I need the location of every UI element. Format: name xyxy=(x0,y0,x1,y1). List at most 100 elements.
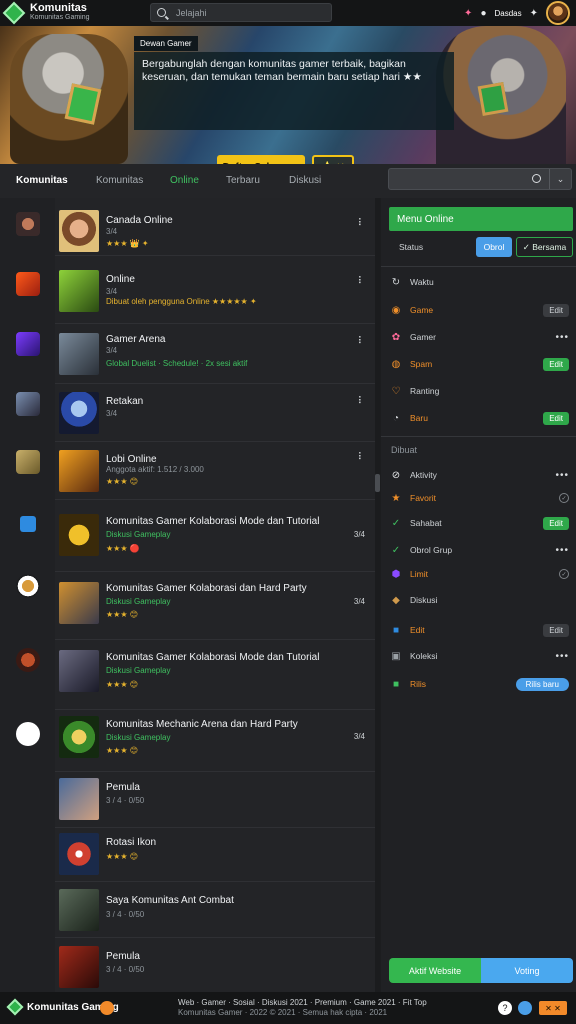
list-item[interactable]: Komunitas Gamer Kolaborasi dan Hard Part… xyxy=(55,572,375,640)
sword-icon[interactable] xyxy=(16,332,40,356)
panel-item[interactable]: ✓ Sahabat Edit xyxy=(389,513,573,533)
footer-line-1: Web · Gamer · Sosial · Diskusi 2021 · Pr… xyxy=(178,998,427,1007)
list-item[interactable]: Online 3/4 Dibuat oleh pengguna Online ★… xyxy=(55,256,375,324)
tab-diskusi[interactable]: Diskusi xyxy=(289,175,321,186)
portrait-icon[interactable] xyxy=(16,392,40,416)
website-button[interactable]: Aktif Website xyxy=(389,966,481,976)
footer-logo-icon[interactable] xyxy=(6,998,24,1016)
check-circle-icon[interactable]: ✓ xyxy=(559,493,569,503)
panel-item[interactable]: ♡ Ranting xyxy=(389,381,573,401)
release-badge[interactable]: Rilis baru xyxy=(515,677,569,691)
list-item[interactable]: Pemula 3 / 4 · 0/50 xyxy=(55,772,375,828)
bell-icon[interactable]: ● xyxy=(480,8,486,19)
panel-item[interactable]: ◔ Baru Edit xyxy=(389,408,573,428)
list-item[interactable]: Komunitas Gamer Kolaborasi Mode dan Tuto… xyxy=(55,640,375,710)
refresh-icon[interactable] xyxy=(16,722,40,746)
item-title: Gamer Arena xyxy=(106,334,166,345)
join-button[interactable]: ✓ Bersama xyxy=(516,237,573,257)
panel-item[interactable]: ⬢ Limit ✓ xyxy=(389,564,573,584)
edit-badge[interactable]: Edit xyxy=(543,303,569,317)
banner-secondary-button[interactable]: ⭐ ✕ xyxy=(312,155,354,164)
list-item[interactable]: Canada Online 3/4 ★★★ 👑 ✦ ⠇ xyxy=(55,198,375,256)
panel-item[interactable]: ★ Favorit ✓ xyxy=(389,488,573,508)
tab-komunitas-2[interactable]: Komunitas xyxy=(96,175,143,186)
item-meta: ★★★ 😊 xyxy=(106,746,139,755)
logo-icon[interactable] xyxy=(2,1,26,25)
edit-badge[interactable]: Edit xyxy=(543,516,569,530)
list-scrollbar[interactable] xyxy=(375,198,380,992)
panel-item[interactable]: ⊘ Aktivity ••• xyxy=(389,465,573,485)
map-icon[interactable] xyxy=(16,450,40,474)
more-icon[interactable]: ⠇ xyxy=(358,452,365,463)
panel-item[interactable]: ■ Rilis Rilis baru xyxy=(389,674,573,694)
panel-header[interactable]: Menu Online xyxy=(389,207,573,231)
list-item[interactable]: Komunitas Mechanic Arena dan Hard Party … xyxy=(55,710,375,772)
notification-icon[interactable]: ✦ xyxy=(464,8,472,19)
panel-item-label: Rilis xyxy=(410,679,427,689)
globe-icon[interactable] xyxy=(518,1001,532,1015)
panel-item[interactable]: ◉ Game Edit xyxy=(389,300,573,320)
panel-item[interactable]: ✿ Gamer ••• xyxy=(389,327,573,347)
panel-item[interactable]: ■ Edit Edit xyxy=(389,620,573,640)
scroll-thumb[interactable] xyxy=(375,474,380,492)
community-icon[interactable] xyxy=(16,212,40,236)
search-bar[interactable]: Jelajahi xyxy=(150,3,332,22)
more-icon[interactable]: ⠇ xyxy=(358,276,365,287)
panel-item[interactable]: ✓ Obrol Grup ••• xyxy=(389,540,573,560)
panel-item[interactable]: ◆ Diskusi xyxy=(389,590,573,610)
list-item[interactable]: Rotasi Ikon ★★★ 😊 xyxy=(55,828,375,882)
user-name[interactable]: Dasdas xyxy=(494,9,521,18)
panel-item[interactable]: ▣ Koleksi ••• xyxy=(389,646,573,666)
home-icon[interactable] xyxy=(20,516,36,532)
edit-badge[interactable]: Edit xyxy=(543,357,569,371)
more-icon[interactable]: ⠇ xyxy=(358,336,365,347)
edit-badge[interactable]: Edit xyxy=(543,411,569,425)
orange-icon[interactable] xyxy=(100,1001,114,1015)
item-sub: Diskusi Gameplay xyxy=(106,733,171,742)
edit-badge[interactable]: Edit xyxy=(543,623,569,637)
more-icon[interactable]: ⠇ xyxy=(358,396,365,407)
list-item[interactable]: Retakan 3/4 ⠇ xyxy=(55,384,375,442)
status-label: Status xyxy=(399,242,424,252)
more-icon[interactable]: ••• xyxy=(555,470,569,481)
more-icon[interactable]: ••• xyxy=(555,545,569,556)
more-icon[interactable]: ••• xyxy=(555,332,569,343)
settings-icon[interactable]: ✦ xyxy=(530,8,538,19)
panel-item-label: Aktivity xyxy=(410,470,437,480)
more-icon[interactable]: ⠇ xyxy=(358,218,365,229)
item-meta: ★★★ 👑 ✦ xyxy=(106,239,149,248)
panel-item[interactable]: ↻ Waktu xyxy=(389,272,573,292)
top-right-controls: ✦ ● Dasdas ✦ xyxy=(464,1,570,25)
app-title: Komunitas xyxy=(30,2,87,14)
fire-icon[interactable] xyxy=(16,272,40,296)
list-item[interactable]: Lobi Online Anggota aktif: 1.512 / 3.000… xyxy=(55,442,375,500)
robot-art-left xyxy=(10,34,128,164)
chat-button[interactable]: Obrol xyxy=(476,237,512,257)
check-circle-icon[interactable]: ✓ xyxy=(559,569,569,579)
list-item[interactable]: Saya Komunitas Ant Combat 3 / 4 · 0/50 xyxy=(55,882,375,938)
emblem-icon[interactable] xyxy=(16,648,40,672)
list-item[interactable]: Komunitas Gamer Kolaborasi Mode dan Tuto… xyxy=(55,500,375,572)
collection-icon: ▣ xyxy=(391,650,401,662)
list-item[interactable]: Gamer Arena 3/4 Global Duelist · Schedul… xyxy=(55,324,375,384)
footer-line-2: Komunitas Gamer · 2022 © 2021 · Semua ha… xyxy=(178,1008,388,1017)
item-sub: 3/4 xyxy=(106,346,118,355)
section-heading: Dibuat xyxy=(391,445,418,455)
footer-badge[interactable]: ✕ ✕ xyxy=(539,1001,567,1015)
info-icon[interactable]: ? xyxy=(498,1001,512,1015)
more-icon[interactable]: ••• xyxy=(555,651,569,662)
panel-item-label: Waktu xyxy=(410,277,434,287)
list-item[interactable]: Pemula 3 / 4 · 0/50 xyxy=(55,938,375,992)
panel-bottom-actions: Aktif Website Voting xyxy=(389,958,573,983)
banner-primary-button[interactable]: Daftar Sekarang xyxy=(217,155,305,164)
tab-terbaru[interactable]: Terbaru xyxy=(226,175,260,186)
thumbnail xyxy=(59,946,99,988)
filter-search[interactable]: ⌄ xyxy=(388,168,572,190)
tab-online[interactable]: Online xyxy=(170,175,199,186)
tab-komunitas[interactable]: Komunitas xyxy=(16,175,68,186)
voting-button[interactable]: Voting xyxy=(481,966,573,976)
avatar-icon[interactable] xyxy=(16,574,40,598)
panel-item[interactable]: ◍ Spam Edit xyxy=(389,354,573,374)
user-avatar[interactable] xyxy=(546,1,570,25)
chevron-down-icon[interactable]: ⌄ xyxy=(549,169,571,189)
